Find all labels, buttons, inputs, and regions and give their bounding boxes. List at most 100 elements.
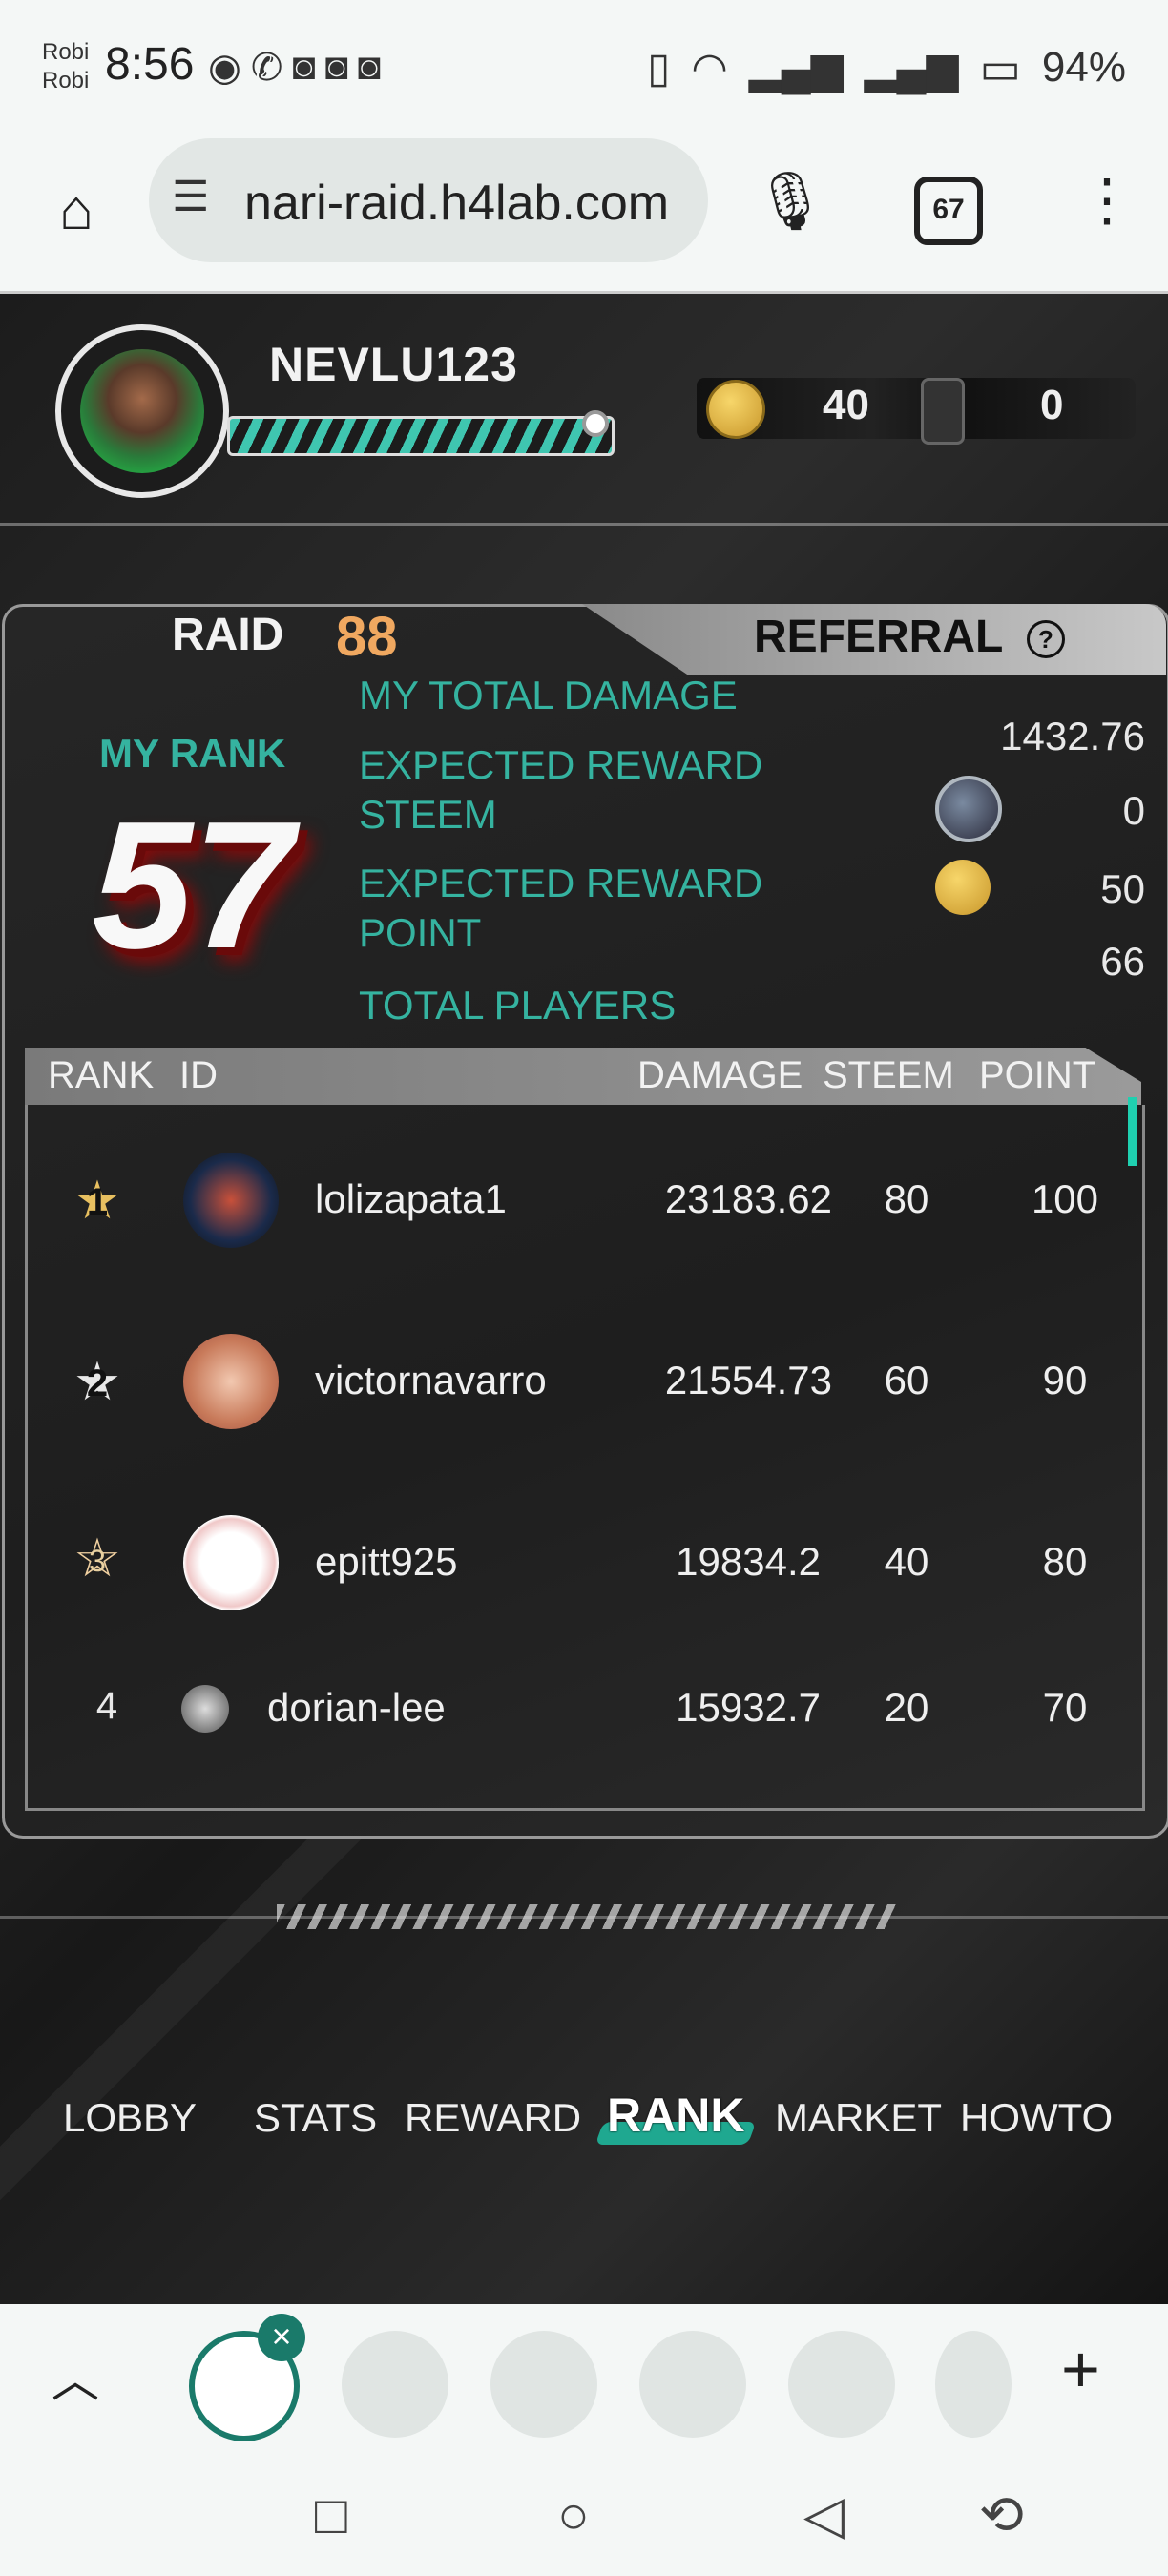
reward-point-label: EXPECTED REWARD POINT [359, 859, 762, 958]
microphone-icon[interactable]: 🎙 [754, 167, 826, 235]
tab-strip: ︿ × + [0, 2304, 1168, 2447]
my-rank-value: 57 [92, 784, 294, 987]
raid-label: RAID [172, 610, 284, 660]
tab-thumbnail-canva[interactable] [342, 2331, 448, 2438]
header-point: POINT [979, 1054, 1096, 1096]
header-divider [0, 523, 1168, 526]
row-id: epitt925 [315, 1539, 458, 1584]
wallet-count: 0 [1040, 382, 1064, 428]
total-players-value: 66 [1100, 939, 1145, 984]
row-rank: 3 [89, 1544, 106, 1578]
avatar [181, 1685, 229, 1733]
player-avatar[interactable] [55, 324, 229, 498]
nav-howto[interactable]: HOWTO [960, 2095, 1113, 2141]
avatar [183, 1153, 279, 1248]
row-id: lolizapata1 [315, 1176, 507, 1221]
reward-steem-label-line-2: STEEM [359, 792, 497, 837]
eye-icon: ◉ [208, 47, 241, 89]
reward-steem-label-line-1: EXPECTED REWARD [359, 742, 763, 787]
header-rank: RANK [48, 1054, 155, 1096]
browser-toolbar: ⌂ ☰ nari-raid.h4lab.com 🎙 67 ⋮ [0, 138, 1168, 291]
avatar-image [80, 349, 204, 473]
more-menu-icon[interactable]: ⋮ [1078, 167, 1136, 234]
wifi-icon: ◠ [691, 44, 728, 92]
new-tab-icon[interactable]: + [1061, 2331, 1100, 2407]
recents-icon[interactable]: □ [315, 2483, 347, 2545]
signal-icon: ▂▄▆ [748, 44, 844, 92]
table-scrollbar[interactable] [1128, 1097, 1137, 1166]
discord-icon-3: ◙ [357, 46, 381, 88]
row-point: 100 [1031, 1176, 1099, 1221]
reward-steem-value: 0 [1122, 788, 1145, 833]
row-damage: 23183.62 [664, 1176, 832, 1221]
carrier-label: Robi Robi [42, 38, 89, 95]
coin-icon [706, 380, 765, 439]
nav-lobby[interactable]: LOBBY [63, 2095, 197, 2141]
header-steem: STEEM [823, 1054, 954, 1096]
bottom-ornament [277, 1904, 897, 1929]
carrier-line-1: Robi [42, 39, 90, 65]
header-id: ID [179, 1054, 218, 1096]
system-nav-bar: □ ○ ◁ ⟲ [0, 2447, 1168, 2576]
close-icon[interactable]: × [258, 2314, 305, 2361]
help-icon[interactable]: ? [1027, 620, 1065, 658]
whatsapp-icon: ✆ [250, 47, 283, 89]
vibrate-icon: ▯ [647, 44, 671, 92]
xp-progress-bar [227, 416, 615, 456]
chevron-up-icon[interactable]: ︿ [52, 2342, 99, 2411]
row-steem: 80 [884, 1176, 929, 1221]
site-settings-icon[interactable]: ☰ [172, 173, 209, 221]
total-damage-value: 1432.76 [1000, 714, 1145, 758]
discord-icon-2: ◙ [324, 46, 348, 88]
home-icon[interactable]: ⌂ [38, 172, 115, 248]
tab-thumbnail-ghost[interactable] [490, 2331, 597, 2438]
discord-icon: ◙ [292, 46, 316, 88]
row-rank: 2 [86, 1362, 109, 1404]
rotate-icon[interactable]: ⟲ [979, 2483, 1024, 2546]
row-point: 90 [1042, 1358, 1088, 1402]
battery-icon: ▭ [979, 43, 1021, 93]
tab-thumbnail-app[interactable] [639, 2331, 746, 2438]
avatar [183, 1334, 279, 1429]
avatar [183, 1515, 279, 1610]
row-id: victornavarro [315, 1358, 547, 1402]
total-damage-label: MY TOTAL DAMAGE [359, 673, 738, 717]
system-status-icons: ▯ ◠ ▂▄▆ ▂▄▆ ▭ 94% [647, 42, 1126, 93]
wallet-icon [921, 378, 965, 445]
back-icon[interactable]: ◁ [803, 2483, 845, 2546]
reward-point-label-line-2: POINT [359, 910, 482, 955]
row-point: 70 [1042, 1685, 1088, 1730]
row-damage: 21554.73 [664, 1358, 832, 1402]
row-steem: 20 [884, 1685, 929, 1730]
row-rank: 1 [86, 1181, 109, 1223]
raid-number: 88 [336, 606, 398, 668]
tab-count-button[interactable]: 67 [914, 177, 983, 245]
row-steem: 60 [884, 1358, 929, 1402]
my-rank-label: MY RANK [99, 731, 286, 776]
clock: 8:56 [105, 39, 195, 90]
row-rank: 4 [95, 1685, 118, 1727]
xp-progress-knob [582, 410, 609, 437]
url-text[interactable]: nari-raid.h4lab.com [244, 175, 693, 232]
header-damage: DAMAGE [637, 1054, 803, 1096]
battery-percent: 94% [1041, 44, 1126, 91]
tab-thumbnail-canva-3[interactable] [935, 2331, 1012, 2438]
coin-count: 40 [823, 382, 869, 428]
nav-rank[interactable]: RANK [607, 2088, 744, 2143]
address-bar[interactable]: ☰ nari-raid.h4lab.com [149, 138, 708, 262]
referral-label[interactable]: REFERRAL [754, 611, 1003, 663]
home-circle-icon[interactable]: ○ [557, 2483, 590, 2545]
reward-point-value: 50 [1100, 866, 1145, 911]
nav-stats[interactable]: STATS [254, 2095, 377, 2141]
reward-steem-label: EXPECTED REWARD STEEM [359, 740, 762, 840]
nav-market[interactable]: MARKET [775, 2095, 942, 2141]
tab-thumbnail-canva-2[interactable] [788, 2331, 895, 2438]
carrier-line-2: Robi [42, 68, 90, 93]
row-id: dorian-lee [267, 1685, 446, 1730]
total-players-label: TOTAL PLAYERS [359, 983, 677, 1028]
row-steem: 40 [884, 1539, 929, 1584]
player-username: NEVLU123 [269, 338, 518, 391]
nav-reward[interactable]: REWARD [405, 2095, 581, 2141]
row-damage: 19834.2 [676, 1539, 821, 1584]
game-screen: NEVLU123 40 0 RAID 88 REFERRAL ? MY RANK… [0, 291, 1168, 2307]
